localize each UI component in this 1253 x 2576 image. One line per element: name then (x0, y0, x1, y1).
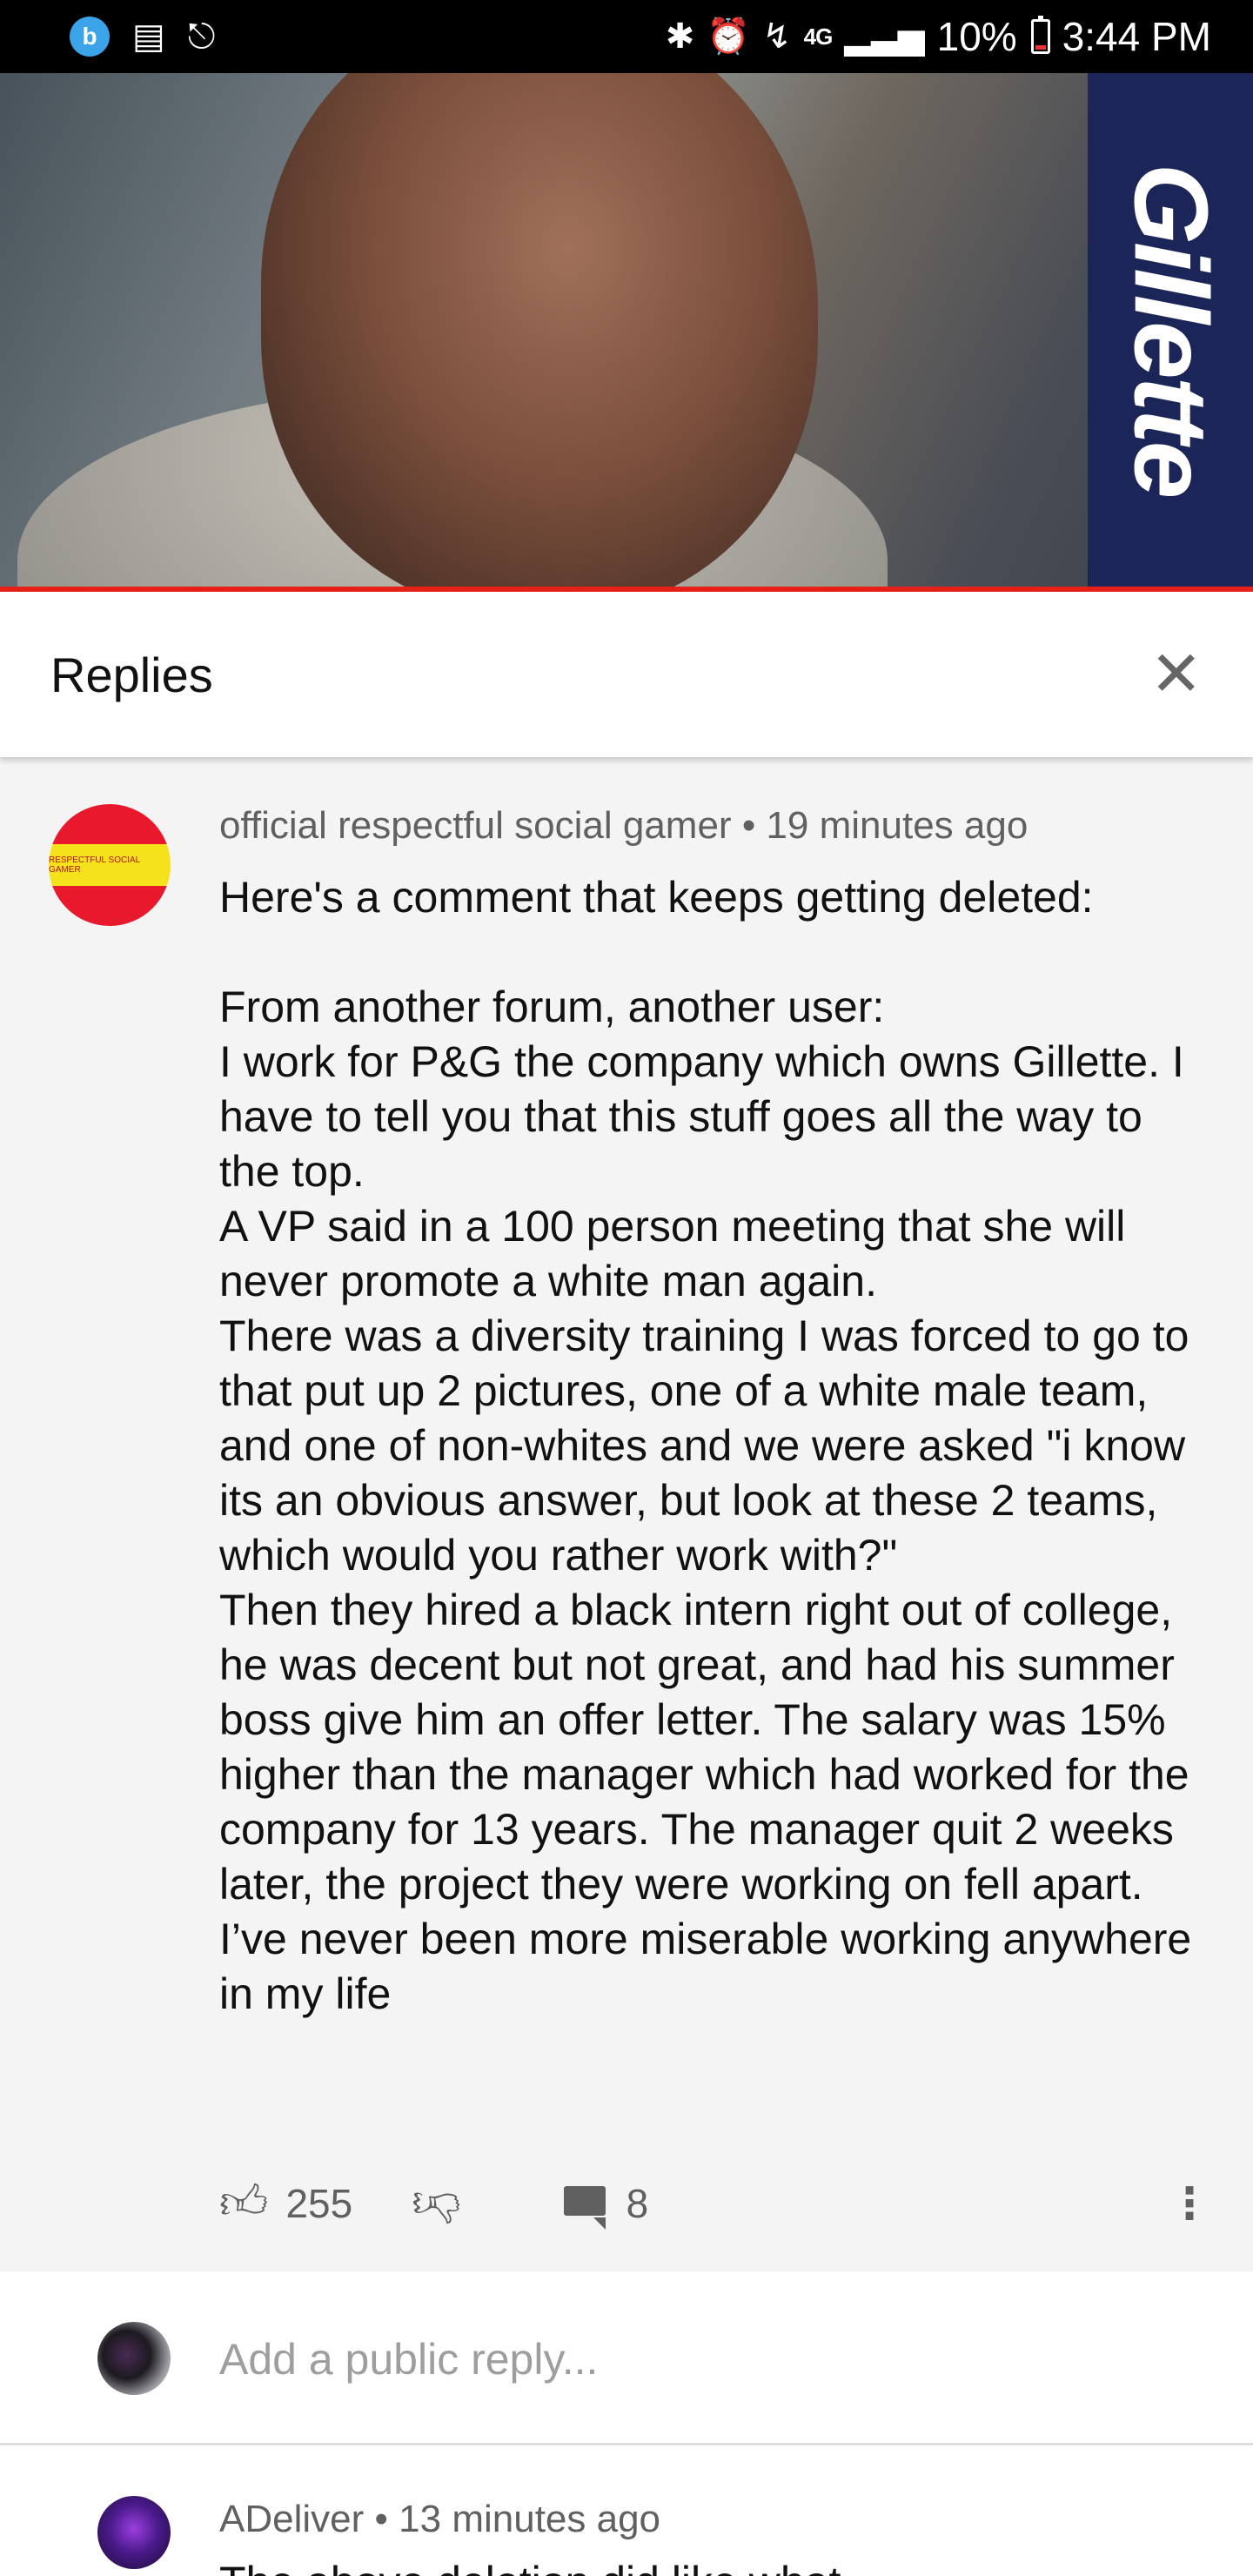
alarm-icon: ⏰ (707, 17, 751, 56)
comment-thread: RESPECTFUL SOCIAL GAMER official respect… (0, 757, 1253, 2271)
battery-percent: 10% (936, 14, 1017, 59)
bixby-app-icon: b (70, 17, 110, 57)
avatar-label: RESPECTFUL SOCIAL GAMER (49, 855, 140, 875)
clock: 3:44 PM (1062, 14, 1211, 59)
network-type: 4G (803, 23, 834, 50)
reply-icon[interactable] (563, 2186, 606, 2230)
add-reply-row: Add a public reply... (0, 2271, 1253, 2445)
more-options-icon[interactable]: ⋮ (1168, 2178, 1211, 2229)
notification-icons: b ▤ ⎋ (70, 17, 215, 57)
like-count: 255 (285, 2181, 353, 2226)
close-icon[interactable]: ✕ (1150, 643, 1203, 706)
meta-separator: • (741, 804, 756, 847)
meta-separator: • (374, 2498, 388, 2540)
bluetooth-icon: ✱ (665, 17, 695, 56)
headset-icon: ⎋ (187, 17, 216, 56)
replies-title: Replies (50, 647, 213, 702)
comment-actions: 👍︎ 255 👍︎ 8 ⋮ (219, 2169, 1211, 2238)
signal-icon: ▂▃▅ (844, 17, 925, 56)
avatar[interactable]: RESPECTFUL SOCIAL GAMER (49, 804, 171, 926)
reply-author[interactable]: ADeliver (219, 2498, 364, 2540)
comment-author[interactable]: official respectful social gamer (219, 804, 732, 847)
reply-input[interactable]: Add a public reply... (219, 2329, 1176, 2390)
thumbs-down-icon[interactable]: 👍︎ (412, 2176, 460, 2231)
brand-panel: Gillette (1088, 73, 1253, 587)
avatar[interactable] (97, 2496, 171, 2569)
comment-meta: official respectful social gamer • 19 mi… (219, 804, 1028, 848)
reply-body: The above deletion did like what (219, 2557, 841, 2576)
reply-item: ADeliver • 13 minutes ago The above dele… (0, 2445, 1253, 2576)
reply-meta: ADeliver • 13 minutes ago (219, 2498, 660, 2541)
comment-body: Here's a comment that keeps getting dele… (219, 873, 1192, 2018)
battery-icon (1030, 16, 1050, 54)
reply-time: 13 minutes ago (399, 2498, 661, 2540)
user-avatar (97, 2322, 171, 2395)
message-icon: ▤ (132, 17, 165, 56)
reply-count: 8 (626, 2181, 649, 2226)
status-bar: b ▤ ⎋ ✱ ⏰ ↯ 4G ▂▃▅ 10% 3:44 PM (0, 0, 1253, 73)
replies-header: Replies ✕ (0, 592, 1253, 757)
video-player[interactable]: Gillette (0, 73, 1253, 587)
system-icons: ✱ ⏰ ↯ 4G ▂▃▅ 10% 3:44 PM (666, 13, 1211, 60)
charging-icon: ↯ (762, 17, 792, 56)
brand-logo: Gillette (1112, 163, 1230, 497)
video-frame-face (261, 73, 818, 587)
thumbs-up-icon[interactable]: 👍︎ (219, 2176, 268, 2231)
comment-time: 19 minutes ago (766, 804, 1029, 847)
